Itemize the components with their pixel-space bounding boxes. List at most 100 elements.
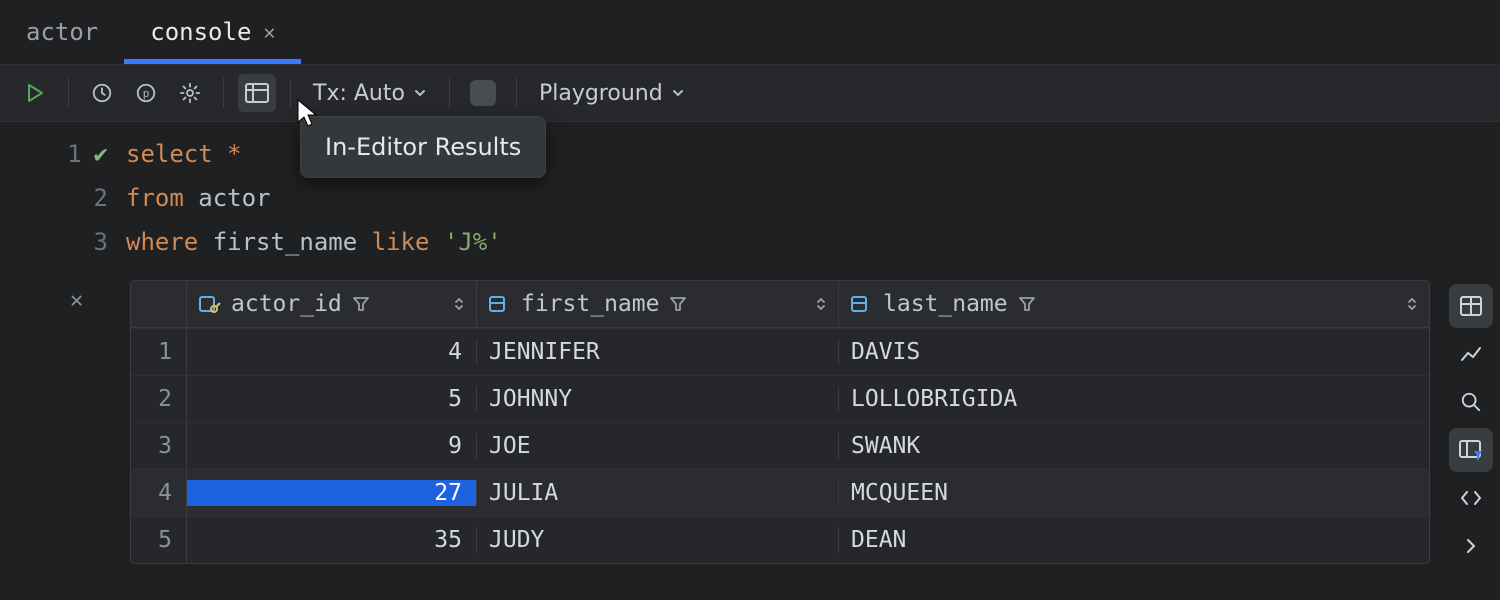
cell-first-name[interactable]: JULIA (477, 480, 839, 506)
gear-icon (179, 82, 201, 104)
column-icon (487, 294, 511, 314)
p-icon: p (135, 82, 157, 104)
table-row[interactable]: 427JULIAMCQUEEN (131, 469, 1429, 516)
chevron-down-icon (413, 86, 427, 100)
editor-tabs: actor console ✕ (0, 0, 1500, 64)
column-header-last-name[interactable]: last_name (839, 281, 1429, 327)
code-content[interactable]: select * (126, 132, 242, 176)
row-number: 5 (131, 517, 187, 563)
column-header-first-name[interactable]: first_name (477, 281, 839, 327)
cell-actor-id[interactable]: 27 (187, 480, 477, 506)
view-code-button[interactable] (1449, 476, 1493, 520)
gutter: 3 (0, 220, 126, 264)
close-icon[interactable]: ✕ (263, 20, 275, 44)
results-grid: actor_id first_name last_name 14JENNIFER… (130, 280, 1430, 564)
commit-button[interactable] (464, 74, 502, 112)
layout-filter-icon (1458, 439, 1484, 461)
filter-panel-button[interactable] (1449, 428, 1493, 472)
view-table-button[interactable] (1449, 284, 1493, 328)
gutter: 2 (0, 176, 126, 220)
table-row[interactable]: 535JUDYDEAN (131, 516, 1429, 563)
column-icon (849, 294, 873, 314)
cell-actor-id[interactable]: 5 (187, 386, 477, 412)
transaction-mode-dropdown[interactable]: Tx: Auto (305, 77, 435, 110)
table-icon (1459, 295, 1483, 317)
row-number: 2 (131, 376, 187, 422)
settings-button[interactable] (171, 74, 209, 112)
code-icon (1459, 488, 1483, 508)
line-number: 1 (64, 132, 82, 176)
svg-text:p: p (143, 88, 149, 100)
cell-last-name[interactable]: MCQUEEN (839, 480, 1429, 506)
search-button[interactable] (1449, 380, 1493, 424)
tab-console[interactable]: console ✕ (124, 0, 301, 64)
cell-first-name[interactable]: JENNIFER (477, 339, 839, 365)
line-chart-icon (1459, 343, 1483, 365)
row-number: 1 (131, 329, 187, 375)
cell-actor-id[interactable]: 4 (187, 339, 477, 365)
sql-editor[interactable]: 1 ✔ select * 2 from actor 3 where first_name l… (0, 122, 1500, 264)
filter-icon[interactable] (1018, 295, 1036, 313)
view-chart-button[interactable] (1449, 332, 1493, 376)
code-content[interactable]: where first_name like 'J%' (126, 220, 502, 264)
cell-last-name[interactable]: DAVIS (839, 339, 1429, 365)
row-number: 3 (131, 423, 187, 469)
toolbar-divider (223, 78, 224, 108)
column-header-actor-id[interactable]: actor_id (187, 281, 477, 327)
row-number-header (131, 281, 187, 327)
cell-first-name[interactable]: JOHNNY (477, 386, 839, 412)
chevron-right-icon (1464, 536, 1478, 556)
primary-key-column-icon (197, 294, 221, 314)
sort-icon[interactable] (452, 295, 476, 313)
close-results-button[interactable]: ✕ (70, 288, 83, 313)
cell-last-name[interactable]: LOLLOBRIGIDA (839, 386, 1429, 412)
toolbar-divider (290, 78, 291, 108)
column-label: first_name (521, 291, 659, 317)
search-icon (1460, 391, 1482, 413)
cell-actor-id[interactable]: 35 (187, 527, 477, 553)
toolbar-divider (516, 78, 517, 108)
cell-first-name[interactable]: JOE (477, 433, 839, 459)
tx-label: Tx: Auto (313, 81, 405, 106)
tab-actor[interactable]: actor (0, 0, 124, 64)
session-label: Playground (539, 81, 663, 106)
cell-last-name[interactable]: DEAN (839, 527, 1429, 553)
cell-first-name[interactable]: JUDY (477, 527, 839, 553)
cell-actor-id[interactable]: 9 (187, 433, 477, 459)
column-label: last_name (883, 291, 1008, 317)
play-icon (25, 83, 45, 103)
line-number: 3 (90, 220, 108, 264)
chevron-down-icon (671, 86, 685, 100)
row-number: 4 (131, 470, 187, 516)
in-editor-results-button[interactable] (238, 74, 276, 112)
filter-icon[interactable] (669, 295, 687, 313)
results-sidebar (1442, 280, 1500, 568)
sort-icon[interactable] (814, 295, 838, 313)
table-grid-icon (245, 83, 269, 103)
run-button[interactable] (16, 74, 54, 112)
column-label: actor_id (231, 291, 342, 317)
toolbar-divider (449, 78, 450, 108)
tab-label: console (150, 18, 251, 46)
cell-last-name[interactable]: SWANK (839, 433, 1429, 459)
code-line[interactable]: 1 ✔ select * (0, 132, 1500, 176)
parameters-button[interactable]: p (127, 74, 165, 112)
tooltip: In-Editor Results (300, 116, 546, 178)
sort-icon[interactable] (1405, 295, 1429, 313)
tab-label: actor (26, 18, 98, 46)
filter-icon[interactable] (352, 295, 370, 313)
toolbar-divider (68, 78, 69, 108)
code-content[interactable]: from actor (126, 176, 271, 220)
query-toolbar: p Tx: Auto Playground (0, 64, 1500, 122)
results-header-row: actor_id first_name last_name (131, 281, 1429, 328)
table-row[interactable]: 25JOHNNYLOLLOBRIGIDA (131, 375, 1429, 422)
code-line[interactable]: 3 where first_name like 'J%' (0, 220, 1500, 264)
table-row[interactable]: 39JOESWANK (131, 422, 1429, 469)
code-line[interactable]: 2 from actor (0, 176, 1500, 220)
checkmark-icon: ✔ (94, 132, 108, 176)
session-dropdown[interactable]: Playground (531, 77, 693, 110)
line-number: 2 (90, 176, 108, 220)
expand-button[interactable] (1449, 524, 1493, 568)
table-row[interactable]: 14JENNIFERDAVIS (131, 328, 1429, 375)
history-button[interactable] (83, 74, 121, 112)
